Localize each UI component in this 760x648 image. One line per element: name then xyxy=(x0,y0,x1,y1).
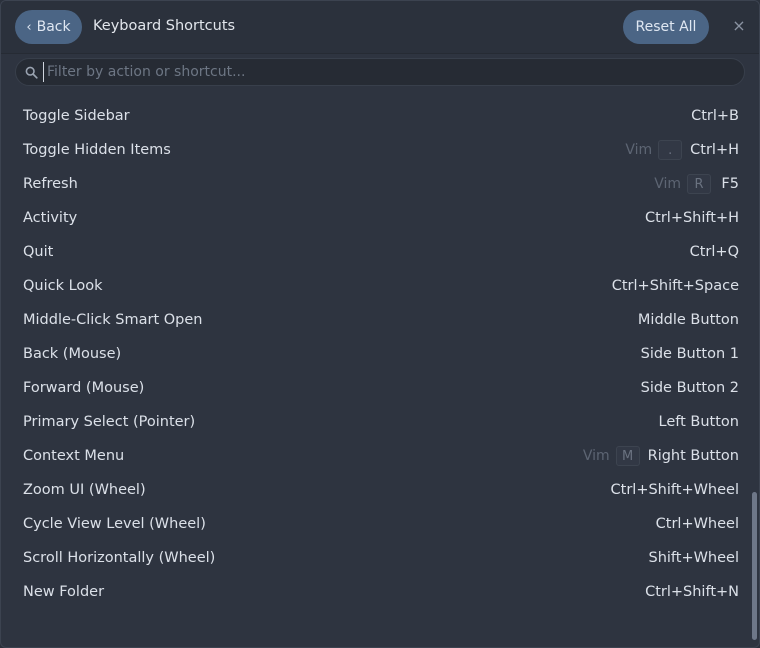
shortcut-row[interactable]: Toggle Hidden Items Vim. Ctrl+H xyxy=(1,133,749,167)
shortcut-key[interactable]: Ctrl+Shift+H xyxy=(645,210,739,226)
shortcut-action-label: New Folder xyxy=(23,584,105,600)
shortcut-bindings: Side Button 1 xyxy=(641,346,739,362)
shortcut-row[interactable]: Zoom UI (Wheel) Ctrl+Shift+Wheel xyxy=(1,473,749,507)
dialog-header: ‹ Back Keyboard Shortcuts Reset All × xyxy=(1,1,759,54)
dialog-title: Keyboard Shortcuts xyxy=(93,18,236,34)
shortcut-action-label: Primary Select (Pointer) xyxy=(23,414,196,430)
close-icon[interactable]: × xyxy=(731,18,747,34)
keyboard-shortcuts-dialog: ‹ Back Keyboard Shortcuts Reset All × To… xyxy=(0,0,760,648)
back-button[interactable]: ‹ Back xyxy=(15,10,82,44)
vim-key-badge: M xyxy=(615,446,640,466)
shortcut-list: Toggle Sidebar Ctrl+B Toggle Hidden Items V… xyxy=(1,99,749,609)
search-input[interactable] xyxy=(43,62,744,82)
shortcut-key[interactable]: Side Button 2 xyxy=(641,380,739,396)
shortcut-key[interactable]: Ctrl+H xyxy=(690,142,739,158)
shortcut-key[interactable]: Ctrl+B xyxy=(691,108,739,124)
shortcut-action-label: Toggle Sidebar xyxy=(23,108,130,124)
shortcut-row[interactable]: Primary Select (Pointer) Left Button xyxy=(1,405,749,439)
shortcut-key[interactable]: F5 xyxy=(719,176,739,192)
shortcut-bindings: Left Button xyxy=(659,414,739,430)
shortcut-key[interactable]: Side Button 1 xyxy=(641,346,739,362)
shortcut-row[interactable]: Cycle View Level (Wheel) Ctrl+Wheel xyxy=(1,507,749,541)
shortcut-key[interactable]: Ctrl+Q xyxy=(690,244,739,260)
reset-all-button[interactable]: Reset All xyxy=(623,10,709,44)
shortcut-bindings: Vim. Ctrl+H xyxy=(625,140,739,160)
shortcut-key[interactable]: Ctrl+Shift+N xyxy=(645,584,739,600)
shortcut-key[interactable]: Ctrl+Shift+Wheel xyxy=(611,482,739,498)
shortcut-action-label: Zoom UI (Wheel) xyxy=(23,482,146,498)
shortcut-action-label: Quick Look xyxy=(23,278,103,294)
shortcut-action-label: Cycle View Level (Wheel) xyxy=(23,516,206,532)
shortcut-row[interactable]: Quit Ctrl+Q xyxy=(1,235,749,269)
shortcut-key[interactable]: Ctrl+Wheel xyxy=(656,516,739,532)
shortcut-action-label: Toggle Hidden Items xyxy=(23,142,171,158)
shortcut-key[interactable]: Middle Button xyxy=(638,312,739,328)
shortcut-bindings: Ctrl+Shift+Space xyxy=(612,278,739,294)
shortcut-row[interactable]: Context Menu Vim M Right Button xyxy=(1,439,749,473)
back-button-label: Back xyxy=(36,19,71,35)
shortcut-row[interactable]: New Folder Ctrl+Shift+N xyxy=(1,575,749,609)
shortcut-key[interactable]: Left Button xyxy=(659,414,739,430)
vim-binding[interactable]: Vim R xyxy=(654,174,711,194)
shortcut-bindings: Ctrl+Shift+N xyxy=(645,584,739,600)
shortcut-action-label: Back (Mouse) xyxy=(23,346,122,362)
shortcut-action-label: Forward (Mouse) xyxy=(23,380,145,396)
chevron-left-icon: ‹ xyxy=(26,19,32,35)
shortcut-bindings: Ctrl+Wheel xyxy=(656,516,739,532)
vim-label: Vim xyxy=(654,176,681,192)
shortcut-row[interactable]: Quick Look Ctrl+Shift+Space xyxy=(1,269,749,303)
shortcut-key[interactable]: Ctrl+Shift+Space xyxy=(612,278,739,294)
shortcut-action-label: Refresh xyxy=(23,176,78,192)
shortcut-row[interactable]: Scroll Horizontally (Wheel) Shift+Wheel xyxy=(1,541,749,575)
shortcut-action-label: Activity xyxy=(23,210,78,226)
vim-label: Vim xyxy=(582,448,610,464)
shortcut-key[interactable]: Right Button xyxy=(648,448,739,464)
shortcut-bindings: Side Button 2 xyxy=(641,380,739,396)
shortcut-action-label: Quit xyxy=(23,244,54,260)
shortcut-bindings: Ctrl+Q xyxy=(690,244,739,260)
shortcut-action-label: Context Menu xyxy=(23,448,125,464)
shortcut-row[interactable]: Activity Ctrl+Shift+H xyxy=(1,201,749,235)
shortcut-key[interactable]: Shift+Wheel xyxy=(648,550,739,566)
shortcut-bindings: Ctrl+Shift+Wheel xyxy=(611,482,739,498)
shortcut-row[interactable]: Middle-Click Smart Open Middle Button xyxy=(1,303,749,337)
shortcut-bindings: Ctrl+B xyxy=(691,108,739,124)
shortcut-action-label: Scroll Horizontally (Wheel) xyxy=(23,550,216,566)
shortcut-row[interactable]: Back (Mouse) Side Button 1 xyxy=(1,337,749,371)
vim-key-badge: . xyxy=(658,140,683,160)
shortcut-bindings: Vim R F5 xyxy=(654,174,739,194)
search-bar xyxy=(15,58,745,86)
shortcut-action-label: Middle-Click Smart Open xyxy=(23,312,203,328)
scrollbar-thumb[interactable] xyxy=(752,492,757,640)
vim-key-badge: R xyxy=(687,174,711,194)
shortcut-bindings: Middle Button xyxy=(638,312,739,328)
vim-label: Vim xyxy=(625,142,653,158)
search-icon xyxy=(24,65,38,79)
vim-binding[interactable]: Vim. xyxy=(625,140,683,160)
shortcut-row[interactable]: Toggle Sidebar Ctrl+B xyxy=(1,99,749,133)
shortcut-bindings: Vim M Right Button xyxy=(583,446,739,466)
vim-binding[interactable]: Vim M xyxy=(583,446,640,466)
shortcut-bindings: Shift+Wheel xyxy=(648,550,739,566)
shortcut-bindings: Ctrl+Shift+H xyxy=(645,210,739,226)
shortcut-row[interactable]: Forward (Mouse) Side Button 2 xyxy=(1,371,749,405)
shortcut-row[interactable]: Refresh Vim R F5 xyxy=(1,167,749,201)
